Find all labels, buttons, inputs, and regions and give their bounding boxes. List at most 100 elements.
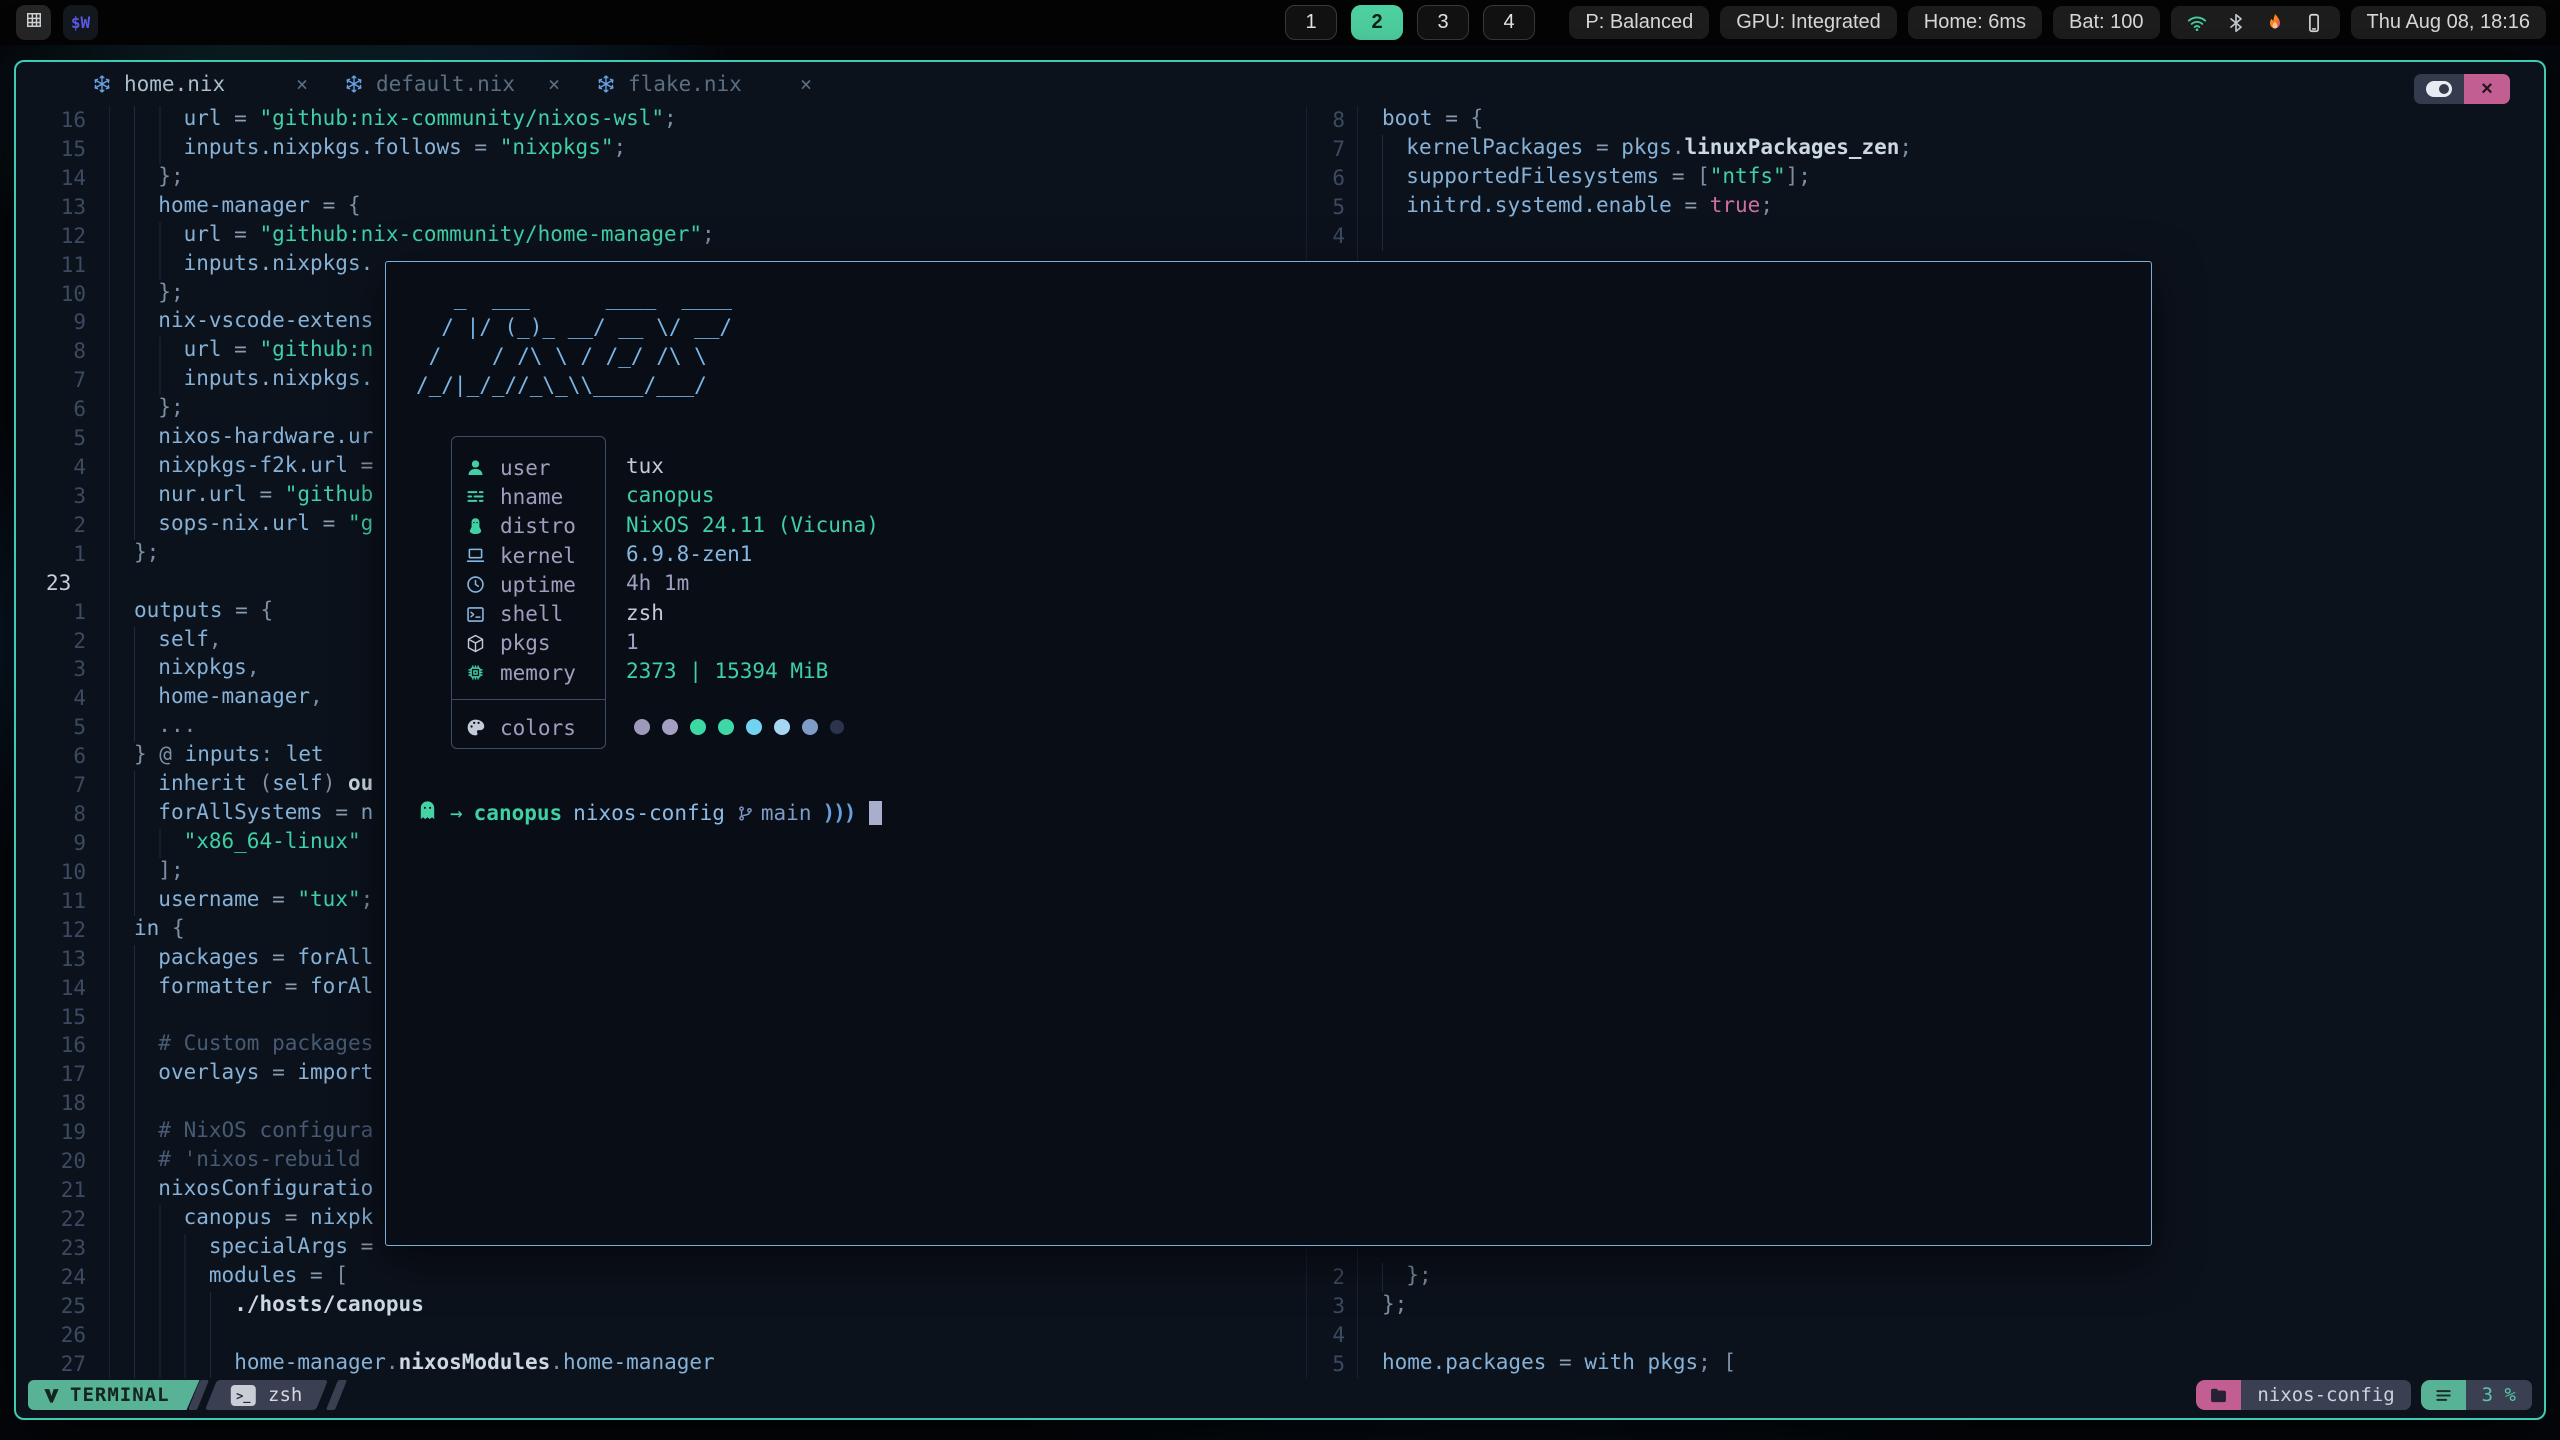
code-line: packages = forAll	[134, 945, 373, 974]
line-number: 5	[40, 424, 86, 453]
wifi-icon[interactable]	[2186, 12, 2208, 34]
color-dot	[774, 719, 790, 735]
fastfetch-label: kernel	[500, 544, 576, 568]
code-line: };	[134, 540, 159, 569]
grid-icon	[24, 10, 44, 35]
user-icon	[465, 457, 486, 478]
branch-name: main	[761, 801, 812, 825]
workspace-button-4[interactable]: 4	[1483, 5, 1535, 40]
window-toggle-switch[interactable]	[2414, 74, 2464, 104]
indent-guides	[134, 1263, 209, 1292]
tab-default.nix[interactable]: default.nix ×	[330, 62, 582, 106]
code-line: # NixOS configura	[134, 1118, 373, 1147]
code-line	[134, 1321, 234, 1350]
line-number: 2	[1299, 1263, 1345, 1292]
line-number: 6	[40, 395, 86, 424]
code-line: in {	[134, 916, 185, 945]
fastfetch-row-user: user	[452, 453, 605, 482]
indent-guides	[1382, 193, 1406, 222]
tab-close-icon[interactable]: ×	[296, 72, 308, 96]
tab-close-icon[interactable]: ×	[800, 72, 812, 96]
tab-flake.nix[interactable]: flake.nix ×	[582, 62, 834, 106]
fastfetch-row-pkgs: pkgs	[452, 629, 605, 658]
line-number: 27	[40, 1350, 86, 1379]
indent-guides	[134, 337, 184, 366]
code-line	[134, 1089, 158, 1118]
status-pill-3[interactable]: Bat: 100	[2053, 6, 2160, 39]
code-line: ...	[134, 713, 196, 742]
status-pill-0[interactable]: P: Balanced	[1569, 6, 1709, 39]
folder-icon	[2208, 1385, 2229, 1406]
code-line: "x86_64-linux"	[134, 829, 361, 858]
line-number: 1	[40, 598, 86, 627]
line-number: 17	[40, 1060, 86, 1089]
tab-home.nix[interactable]: home.nix×	[78, 62, 330, 106]
color-dot	[718, 719, 734, 735]
fastfetch-row-colors: colors	[452, 713, 605, 742]
app-launcher-button[interactable]	[16, 5, 51, 40]
line-number: 8	[40, 800, 86, 829]
window-controls: ×	[2414, 74, 2510, 104]
wm-logo-button[interactable]: $W	[63, 5, 98, 40]
line-number: 25	[40, 1292, 86, 1321]
line-number: 9	[40, 829, 86, 858]
code-line: boot = {	[1382, 106, 1483, 135]
indent-guides	[134, 395, 158, 424]
color-dot	[830, 720, 844, 734]
workspace-button-3[interactable]: 3	[1417, 5, 1469, 40]
line-number: 13	[40, 945, 86, 974]
code-line: ./hosts/canopus	[134, 1292, 424, 1321]
tab-close-icon[interactable]: ×	[548, 72, 560, 96]
code-line: url = "github:n	[134, 337, 373, 366]
workspace-button-1[interactable]: 1	[1285, 5, 1337, 40]
topbar-right-group: P: Balanced GPU: Integrated Home: 6ms Bat: …	[1569, 6, 2546, 39]
terminal-color-dots	[634, 712, 844, 741]
window-close-button[interactable]: ×	[2464, 74, 2510, 104]
code-line: # 'nixos-rebuild	[134, 1147, 361, 1176]
indent-guides	[1382, 135, 1406, 164]
indent-guides	[134, 713, 158, 742]
fastfetch-row-shell: shell	[452, 600, 605, 629]
code-line: nix-vscode-extens	[134, 308, 373, 337]
tab-label: flake.nix	[628, 72, 770, 96]
fastfetch-value-user: tux	[626, 452, 664, 481]
clock-pill[interactable]: Thu Aug 08, 18:16	[2351, 6, 2546, 39]
prompt-host: canopus	[474, 801, 563, 825]
line-number: 3	[1299, 1292, 1345, 1321]
phone-icon[interactable]	[2303, 12, 2325, 34]
bluetooth-icon[interactable]	[2225, 12, 2247, 34]
workspace-button-2[interactable]: 2	[1351, 5, 1403, 40]
status-pill-2[interactable]: Home: 6ms	[1908, 6, 2042, 39]
scroll-indicator: 3 %	[2421, 1380, 2532, 1410]
line-number: 22	[40, 1205, 86, 1234]
code-line: # Custom packages	[134, 1031, 373, 1060]
laptop-icon	[465, 545, 486, 566]
indent-guides	[134, 1089, 158, 1118]
code-line: sops-nix.url = "g	[134, 511, 373, 540]
fastfetch-row-distro: distro	[452, 512, 605, 541]
color-dot	[634, 719, 650, 735]
line-number: 14	[40, 974, 86, 1003]
indent-guides	[134, 1031, 158, 1060]
code-line: nixpkgs-f2k.url =	[134, 453, 373, 482]
shell-prompt-line[interactable]: → canopus nixos-config main )))	[416, 798, 882, 828]
indent-guides	[134, 106, 184, 135]
line-number: 7	[40, 366, 86, 395]
repo-label: nixos-config	[2257, 1384, 2394, 1406]
line-number: 10	[40, 280, 86, 309]
tab-label: default.nix	[376, 72, 518, 96]
git-branch-icon	[736, 804, 755, 823]
indent-guides	[134, 1118, 158, 1147]
status-pill-1[interactable]: GPU: Integrated	[1720, 6, 1897, 39]
shell-tab[interactable]: >_ zsh	[204, 1380, 327, 1410]
code-line: inputs.nixpkgs.	[134, 366, 373, 395]
indent-guides	[134, 193, 158, 222]
clock-label: Thu Aug 08, 18:16	[2367, 11, 2530, 34]
color-dot	[746, 719, 762, 735]
code-line: };	[1382, 1292, 1407, 1321]
status-pill-label: P: Balanced	[1585, 11, 1693, 34]
indent-guides	[134, 222, 184, 251]
code-line: home-manager = {	[134, 193, 361, 222]
flame-icon[interactable]	[2264, 12, 2286, 34]
line-number: 18	[40, 1089, 86, 1118]
